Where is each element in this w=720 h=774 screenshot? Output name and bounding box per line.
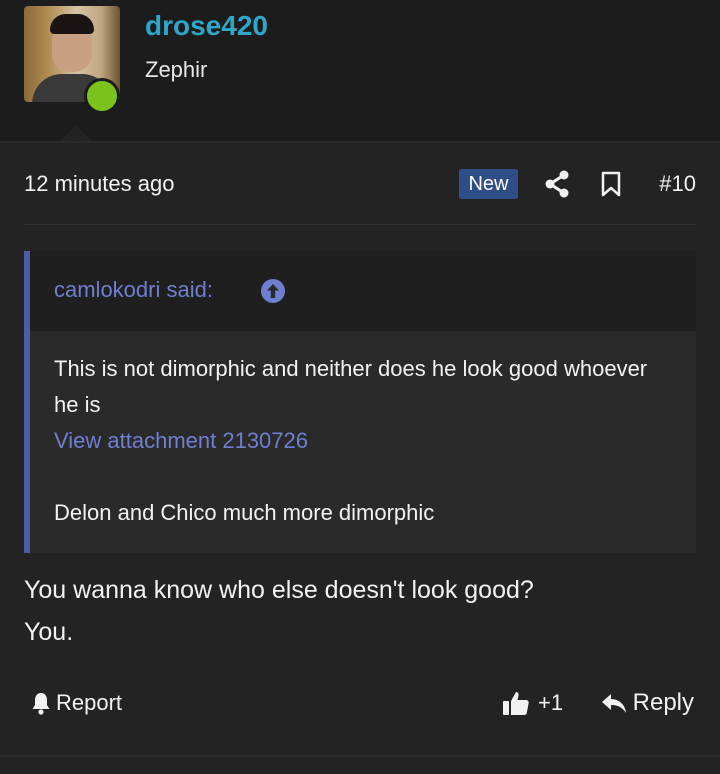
post-meta: 12 minutes ago New #10 <box>24 169 696 199</box>
bell-icon <box>30 691 52 715</box>
post-text-line2: You. <box>24 618 74 646</box>
post-timestamp[interactable]: 12 minutes ago <box>24 171 174 197</box>
user-title: Zephir <box>145 57 208 82</box>
quote-body: This is not dimorphic and neither does h… <box>54 351 674 531</box>
report-button[interactable]: Report <box>30 687 122 719</box>
username-link[interactable]: drose420 <box>145 8 268 44</box>
post-body: You wanna know who else doesn't look goo… <box>24 569 696 653</box>
quote-spacer <box>54 459 674 495</box>
post-actions: Report +1 Reply <box>24 683 696 723</box>
reply-label: Reply <box>632 689 694 716</box>
arrow-up-circle-icon[interactable] <box>260 278 286 304</box>
quote-text-line2: Delon and Chico much more dimorphic <box>54 500 435 525</box>
new-badge: New <box>459 169 518 199</box>
bookmark-icon[interactable] <box>600 170 622 198</box>
post-text-line1: You wanna know who else doesn't look goo… <box>24 576 534 604</box>
like-button[interactable]: +1 <box>502 687 563 719</box>
like-count: +1 <box>538 690 564 715</box>
post: 12 minutes ago New #10 camlokodri said: <box>0 143 720 774</box>
attachment-link[interactable]: View attachment 2130726 <box>54 423 674 459</box>
share-icon[interactable] <box>544 170 570 198</box>
quote-author-link[interactable]: camlokodri said: <box>54 277 213 303</box>
reply-button[interactable]: Reply <box>601 687 694 719</box>
bottom-divider <box>0 755 720 757</box>
online-status-indicator <box>84 78 120 114</box>
user-header: drose420 Zephir <box>0 0 720 143</box>
thumbs-up-icon <box>502 689 530 717</box>
reply-arrow-icon <box>601 692 627 714</box>
avatar-hair <box>50 14 94 34</box>
meta-divider <box>24 224 696 225</box>
quote-block: camlokodri said: This is not dimorphic a… <box>24 251 696 553</box>
post-number-link[interactable]: #10 <box>659 171 696 197</box>
quote-text-line1: This is not dimorphic and neither does h… <box>54 356 648 417</box>
quote-header: camlokodri said: <box>30 251 696 331</box>
report-label: Report <box>56 690 123 715</box>
